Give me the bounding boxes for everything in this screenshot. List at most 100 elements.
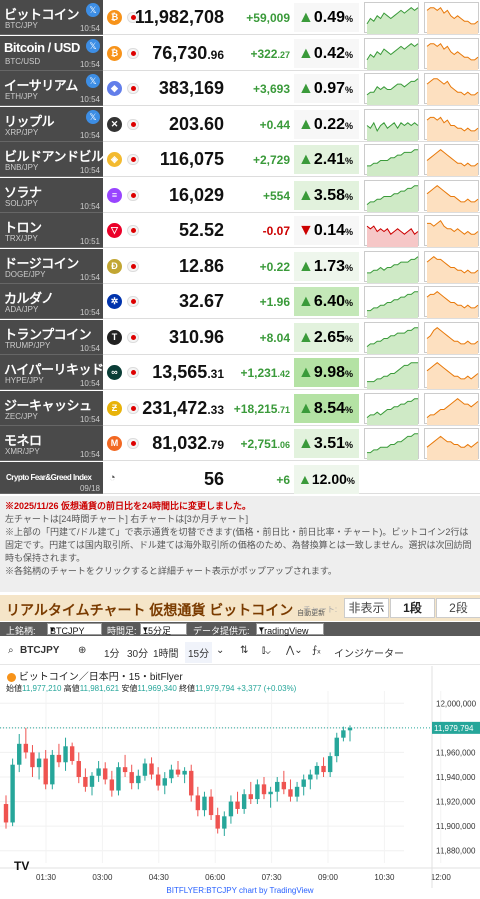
coin-change: +554 bbox=[262, 188, 290, 203]
fear-greed-percent: ▲12.00% bbox=[294, 464, 359, 494]
candle-body bbox=[215, 815, 220, 829]
coin-name-cell: Bitcoin / USD BTC/USD 10:54 𝕏 bbox=[0, 35, 103, 71]
ticker-row[interactable]: ジーキャッシュ ZEC/JPY 10:54 Ƶ 231,472.33 +18,215.71… bbox=[0, 390, 480, 426]
ticker-row[interactable]: ハイパーリキッド HYPE/JPY 10:54 ∞ 13,565.31 +1,231.42… bbox=[0, 355, 480, 390]
tv-interval-1h[interactable]: 1時間 bbox=[153, 645, 179, 660]
mini-chart-24h[interactable] bbox=[364, 357, 419, 389]
chart-mode-label: チャート: bbox=[303, 605, 338, 614]
mini-chart-3m[interactable] bbox=[424, 392, 479, 425]
realtime-title: リアルタイムチャート 仮想通貨 ビットコイン 自動更新 bbox=[6, 602, 326, 618]
jp-flag bbox=[127, 296, 139, 307]
mini-chart-3m[interactable] bbox=[424, 321, 479, 354]
mini-chart-24h[interactable] bbox=[364, 428, 419, 460]
mini-chart-3m[interactable] bbox=[424, 179, 479, 212]
x-tick-label: 07:30 bbox=[262, 873, 283, 882]
x-share-icon[interactable]: 𝕏 bbox=[86, 74, 100, 88]
mini-chart-3m[interactable] bbox=[424, 428, 479, 460]
mini-chart-24h[interactable] bbox=[364, 2, 419, 34]
arrow-up-icon: ▲ bbox=[298, 186, 314, 204]
coin-price: 383,169 bbox=[158, 78, 224, 98]
mini-chart-24h[interactable] bbox=[364, 321, 419, 354]
tv-interval-30m[interactable]: 30分 bbox=[127, 645, 148, 660]
mode-one-row-button[interactable]: 1段 bbox=[390, 598, 435, 618]
arrow-up-icon: ▲ bbox=[298, 257, 314, 275]
interval-select[interactable]: 15分足 ▾ bbox=[140, 623, 187, 636]
coin-symbol: XMR/JPY bbox=[5, 447, 40, 456]
mini-chart-24h[interactable] bbox=[364, 179, 419, 212]
arrow-up-icon: ▲ bbox=[298, 293, 314, 310]
ticker-row[interactable]: モネロ XMR/JPY 10:54 M 81,032.79 +2,751.06 ▲3.51% bbox=[0, 426, 480, 461]
ticker-row[interactable]: トロン TRX/JPY 10:51 ▽ 52.52 -0.07 ▼0.14% bbox=[0, 213, 480, 248]
mode-hide-button[interactable]: 非表示 bbox=[344, 598, 389, 618]
ticker-row[interactable]: ソラナ SOL/JPY 10:54 ≡ 16,029 +554 ▲3.58% bbox=[0, 177, 480, 213]
coin-time: 10:54 bbox=[79, 450, 100, 459]
candle-style-icon[interactable]: ⫾⌄ bbox=[262, 645, 271, 656]
mini-chart-24h[interactable] bbox=[364, 108, 419, 141]
mini-chart-24h[interactable] bbox=[364, 286, 419, 318]
x-share-icon[interactable]: 𝕏 bbox=[86, 109, 100, 124]
x-share-icon[interactable]: 𝕏 bbox=[86, 38, 100, 53]
ticker-row[interactable]: ドージコイン DOGE/JPY 10:54 Ð 12.86 +0.22 ▲1.73% bbox=[0, 248, 480, 284]
us-flag bbox=[127, 47, 139, 59]
notes-popup-explain: ※各銘柄のチャートをクリックすると詳細チャート表示がポップアップされます。 bbox=[5, 566, 337, 576]
mini-chart-3m[interactable] bbox=[424, 108, 479, 141]
pair-select[interactable]: BTCJPY ▾ bbox=[47, 623, 102, 636]
coin-change-percent: ▲2.41% bbox=[294, 145, 359, 174]
candlestick-svg[interactable]: 12,000,00011,980,00011,960,00011,940,000… bbox=[0, 666, 480, 888]
ticker-row[interactable]: リップル XRP/JPY 10:54 𝕏 ✕ 203.60 +0.44 ▲0.22% bbox=[0, 106, 480, 142]
search-icon[interactable]: ⌕ bbox=[8, 645, 14, 656]
candle-body bbox=[195, 795, 201, 811]
mini-chart-24h[interactable] bbox=[364, 392, 419, 425]
mini-chart-24h[interactable] bbox=[364, 73, 419, 105]
provider-select[interactable]: TradingView ▾ bbox=[256, 623, 324, 636]
candle-body bbox=[56, 754, 62, 763]
mini-chart-3m[interactable] bbox=[424, 286, 479, 318]
x-tick-label: 03:00 bbox=[92, 873, 113, 882]
x-tick-label: 09:00 bbox=[318, 873, 339, 882]
chart-source-link[interactable]: BITFLYER:BTCJPY chart by TradingView bbox=[0, 886, 480, 895]
coin-change: +3,693 bbox=[252, 82, 290, 96]
mini-chart-24h[interactable] bbox=[364, 250, 419, 283]
x-tick-label: 10:30 bbox=[374, 873, 395, 882]
mini-chart-3m[interactable] bbox=[424, 250, 479, 283]
coin-change-percent: ▲0.42% bbox=[294, 38, 359, 68]
mini-chart-24h[interactable] bbox=[364, 37, 419, 70]
ticker-row[interactable]: ビルドアンドビルド BNB/JPY 10:54 ◈ 116,075 +2,729 ▲2.41… bbox=[0, 142, 480, 177]
mini-chart-24h[interactable] bbox=[364, 215, 419, 247]
mini-chart-3m[interactable] bbox=[424, 357, 479, 389]
ticker-row[interactable]: カルダノ ADA/JPY 10:54 ✲ 32.67 +1.96 ▲6.40% bbox=[0, 284, 480, 319]
candle-body bbox=[189, 770, 194, 796]
y-tick-label: 11,880,000 bbox=[436, 847, 476, 856]
mini-chart-24h[interactable] bbox=[364, 144, 419, 176]
candle-body bbox=[89, 775, 95, 787]
ticker-row[interactable]: トランプコイン TRUMP/JPY 10:54 T 310.96 +8.04 ▲2.65% bbox=[0, 319, 480, 355]
interval-dropdown-icon[interactable]: ⌄ bbox=[216, 645, 224, 656]
area-style-icon[interactable]: ⋀⌄ bbox=[286, 645, 303, 656]
mini-chart-3m[interactable] bbox=[424, 215, 479, 247]
ticker-row[interactable]: イーサリアム ETH/JPY 10:54 𝕏 ◆ 383,169 +3,693 ▲0.97% bbox=[0, 71, 480, 106]
indicator-button[interactable]: インジケーター bbox=[334, 645, 404, 660]
add-symbol-icon[interactable]: ⊕ bbox=[78, 645, 86, 656]
mini-chart-3m[interactable] bbox=[424, 2, 479, 34]
compare-icon[interactable]: ⇅ bbox=[240, 645, 248, 656]
arrow-up-icon: ▲ bbox=[298, 9, 314, 26]
dogecoin-icon: Ð bbox=[107, 258, 122, 274]
mini-chart-3m[interactable] bbox=[424, 37, 479, 70]
legend-title: ビットコイン／日本円・15・bitFlyer bbox=[18, 672, 183, 683]
tv-interval-15m[interactable]: 15分 bbox=[185, 642, 213, 663]
coin-name-cell: イーサリアム ETH/JPY 10:54 𝕏 bbox=[0, 71, 103, 106]
tv-interval-1m[interactable]: 1分 bbox=[104, 645, 120, 660]
fear-greed-row[interactable]: Crypto Fear&Greed Index 09/18 ◔ 56 +6 ▲12.00% bbox=[0, 461, 480, 494]
tradingview-logo: TV bbox=[14, 859, 30, 873]
tv-symbol[interactable]: BTCJPY bbox=[20, 645, 59, 656]
ticker-row[interactable]: ビットコイン BTC/JPY 10:54 𝕏 ₿ 11,982,708 +59,009 ▲0.… bbox=[0, 0, 480, 35]
mini-chart-3m[interactable] bbox=[424, 144, 479, 176]
arrow-up-icon: ▲ bbox=[298, 435, 314, 452]
x-share-icon[interactable]: 𝕏 bbox=[86, 3, 100, 17]
mode-two-row-button[interactable]: 2段 bbox=[436, 598, 480, 618]
ticker-row[interactable]: Bitcoin / USD BTC/USD 10:54 𝕏 ₿ 76,730.96 +322… bbox=[0, 35, 480, 71]
candlestick-chart[interactable]: 12,000,00011,980,00011,960,00011,940,000… bbox=[0, 666, 480, 888]
indicator-icon[interactable]: ⨍ₓ bbox=[312, 645, 321, 656]
mini-chart-3m[interactable] bbox=[424, 73, 479, 105]
tradingview-toolbar: ⌕ BTCJPY ⊕ 1分 30分 1時間 15分 ⌄ ⇅ ⫾⌄ ⋀⌄ ⨍ₓ イ… bbox=[0, 637, 480, 665]
